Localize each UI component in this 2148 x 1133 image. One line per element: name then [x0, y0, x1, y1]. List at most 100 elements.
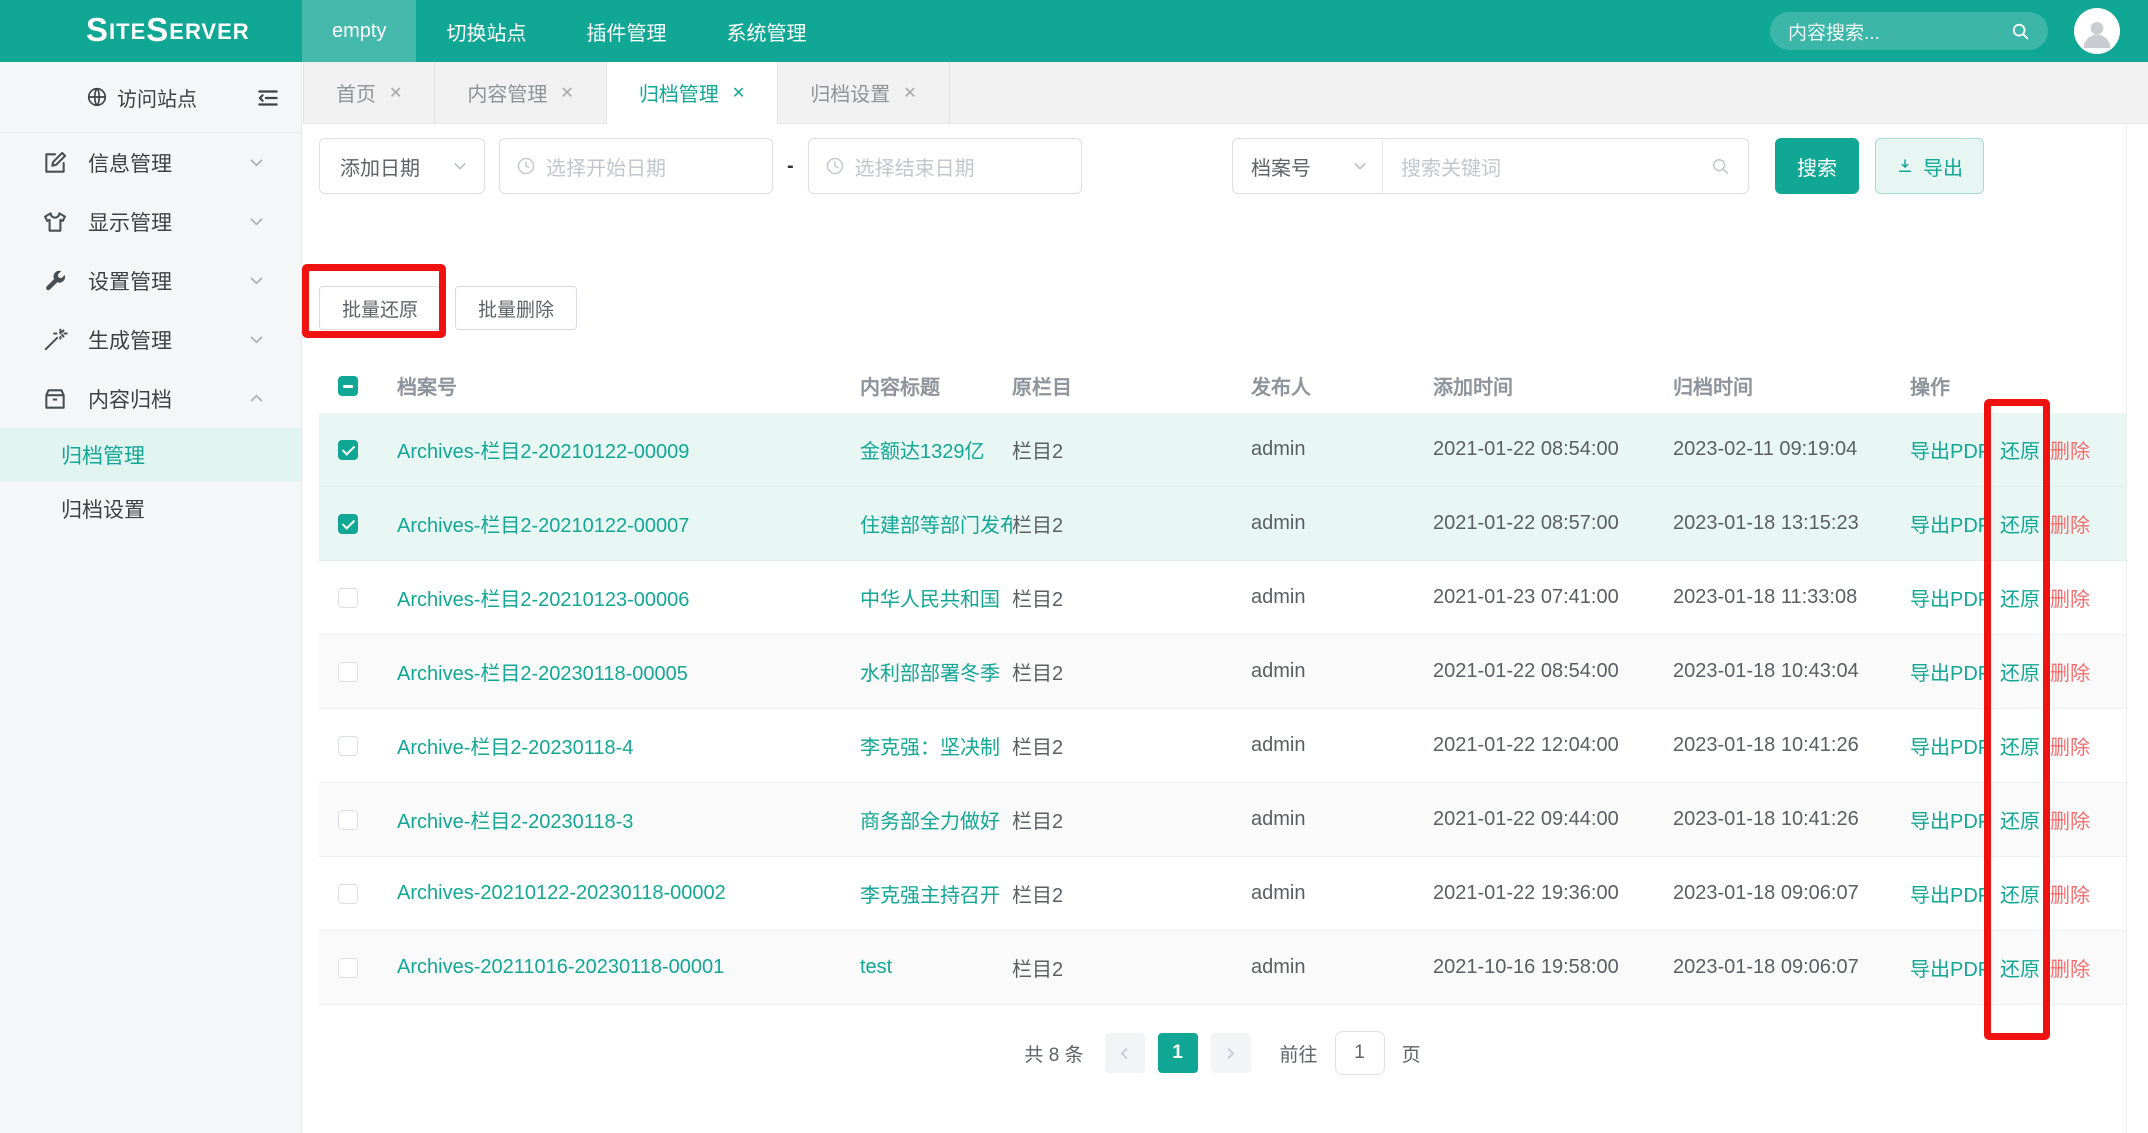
download-icon	[1896, 157, 1914, 175]
select-all-checkbox[interactable]	[338, 376, 358, 396]
table-row: Archives-栏目2-20210122-00007 住建部等部门发布 栏目2…	[319, 487, 2126, 561]
delete-link[interactable]: 删除	[2050, 805, 2090, 834]
content-title-link[interactable]: 中华人民共和国	[860, 583, 1000, 612]
batch-delete-button[interactable]: 批量删除	[455, 286, 577, 330]
goto-page-input[interactable]: 1	[1335, 1031, 1385, 1075]
goto-label: 前往	[1280, 1040, 1318, 1067]
tab-label: 内容管理	[467, 78, 547, 107]
content-title-link[interactable]: 水利部部署冬季	[860, 657, 1000, 686]
tab-0[interactable]: 首页 ✕	[303, 62, 435, 123]
avatar[interactable]	[2074, 8, 2120, 54]
topnav-item-1[interactable]: 切换站点	[416, 0, 556, 62]
sidebar-item-1[interactable]: 显示管理	[0, 192, 301, 251]
sidebar-item-label: 生成管理	[88, 325, 172, 355]
batch-restore-button[interactable]: 批量还原	[319, 286, 441, 330]
pagination: 共 8 条 1 前往 1 页	[319, 1031, 2126, 1075]
delete-link[interactable]: 删除	[2050, 731, 2090, 760]
archive-no-link[interactable]: Archive-栏目2-20230118-3	[397, 805, 633, 834]
channel-cell: 栏目2	[1012, 953, 1251, 982]
archive-no-link[interactable]: Archives-栏目2-20230118-00005	[397, 657, 688, 686]
channel-cell: 栏目2	[1012, 509, 1251, 538]
restore-link[interactable]: 还原	[2000, 953, 2040, 982]
content-title-link[interactable]: 商务部全力做好	[860, 805, 1000, 834]
archive-no-link[interactable]: Archives-20211016-20230118-00001	[397, 956, 724, 979]
restore-link[interactable]: 还原	[2000, 435, 2040, 464]
restore-link[interactable]: 还原	[2000, 805, 2040, 834]
content-title-link[interactable]: 金额达1329亿	[860, 435, 985, 464]
prev-page-button[interactable]	[1105, 1033, 1145, 1073]
export-pdf-link[interactable]: 导出PDF	[1910, 509, 1990, 538]
content-title-link[interactable]: 李克强主持召开	[860, 879, 1000, 908]
header-search-input[interactable]: 内容搜索...	[1770, 12, 2048, 50]
archive-no-link[interactable]: Archives-栏目2-20210122-00009	[397, 435, 689, 464]
delete-link[interactable]: 删除	[2050, 879, 2090, 908]
close-icon[interactable]: ✕	[560, 83, 573, 103]
page-button-1[interactable]: 1	[1158, 1033, 1198, 1073]
close-icon[interactable]: ✕	[389, 83, 402, 103]
logo-text: SITESERVER	[86, 0, 250, 63]
search-group: 档案号 搜索关键词 搜索 导出	[1232, 138, 1984, 194]
export-pdf-link[interactable]: 导出PDF	[1910, 953, 1990, 982]
keyword-input[interactable]: 搜索关键词	[1383, 139, 1748, 193]
end-date-input[interactable]: 选择结束日期	[808, 138, 1082, 194]
delete-link[interactable]: 删除	[2050, 953, 2090, 982]
export-button[interactable]: 导出	[1875, 138, 1984, 194]
export-pdf-link[interactable]: 导出PDF	[1910, 657, 1990, 686]
row-checkbox[interactable]	[338, 440, 358, 460]
export-pdf-link[interactable]: 导出PDF	[1910, 435, 1990, 464]
archive-no-link[interactable]: Archives-栏目2-20210122-00007	[397, 509, 689, 538]
date-type-select[interactable]: 添加日期	[319, 138, 485, 194]
delete-link[interactable]: 删除	[2050, 583, 2090, 612]
tab-1[interactable]: 内容管理 ✕	[435, 62, 606, 123]
tab-3[interactable]: 归档设置 ✕	[778, 62, 949, 123]
sidebar: 访问站点 信息管理 显示管理 设置管理 生成管理 内容归档 归档管理 归档设置	[0, 62, 302, 1133]
content-title-link[interactable]: 李克强：坚决制	[860, 731, 1000, 760]
search-icon[interactable]	[2010, 21, 2030, 41]
row-checkbox[interactable]	[338, 958, 358, 978]
sidebar-item-3[interactable]: 生成管理	[0, 310, 301, 369]
restore-link[interactable]: 还原	[2000, 731, 2040, 760]
delete-link[interactable]: 删除	[2050, 435, 2090, 464]
content-title-link[interactable]: 住建部等部门发布	[860, 509, 1012, 538]
search-field-select[interactable]: 档案号	[1233, 139, 1383, 193]
row-checkbox[interactable]	[338, 514, 358, 534]
start-date-input[interactable]: 选择开始日期	[499, 138, 773, 194]
row-checkbox[interactable]	[338, 810, 358, 830]
visit-site-row[interactable]: 访问站点	[0, 62, 301, 133]
search-button[interactable]: 搜索	[1775, 138, 1859, 194]
content-title-link[interactable]: test	[860, 956, 892, 979]
row-checkbox[interactable]	[338, 884, 358, 904]
row-checkbox[interactable]	[338, 736, 358, 756]
restore-link[interactable]: 还原	[2000, 879, 2040, 908]
sidebar-item-0[interactable]: 信息管理	[0, 133, 301, 192]
archives-table: 档案号 内容标题 原栏目 发布人 添加时间 归档时间 操作 Archives-栏…	[319, 358, 2126, 1005]
restore-link[interactable]: 还原	[2000, 583, 2040, 612]
archive-no-link[interactable]: Archive-栏目2-20230118-4	[397, 731, 633, 760]
archive-no-link[interactable]: Archives-栏目2-20210123-00006	[397, 583, 689, 612]
next-page-button[interactable]	[1211, 1033, 1251, 1073]
export-pdf-link[interactable]: 导出PDF	[1910, 879, 1990, 908]
wand-icon	[42, 327, 68, 353]
topnav-item-0[interactable]: empty	[302, 0, 416, 62]
close-icon[interactable]: ✕	[903, 83, 916, 103]
sidebar-collapse-icon[interactable]	[255, 85, 281, 111]
topnav-item-3[interactable]: 系统管理	[696, 0, 836, 62]
sidebar-item-label: 内容归档	[88, 384, 172, 414]
restore-link[interactable]: 还原	[2000, 509, 2040, 538]
restore-link[interactable]: 还原	[2000, 657, 2040, 686]
export-pdf-link[interactable]: 导出PDF	[1910, 805, 1990, 834]
sidebar-subitem-0[interactable]: 归档管理	[0, 428, 301, 482]
row-checkbox[interactable]	[338, 662, 358, 682]
row-checkbox[interactable]	[338, 588, 358, 608]
sidebar-item-4[interactable]: 内容归档	[0, 369, 301, 428]
sidebar-item-2[interactable]: 设置管理	[0, 251, 301, 310]
topnav-item-2[interactable]: 插件管理	[556, 0, 696, 62]
delete-link[interactable]: 删除	[2050, 657, 2090, 686]
tab-2[interactable]: 归档管理 ✕	[607, 62, 778, 124]
close-icon[interactable]: ✕	[732, 83, 745, 103]
delete-link[interactable]: 删除	[2050, 509, 2090, 538]
export-pdf-link[interactable]: 导出PDF	[1910, 731, 1990, 760]
sidebar-subitem-1[interactable]: 归档设置	[0, 482, 301, 536]
export-pdf-link[interactable]: 导出PDF	[1910, 583, 1990, 612]
archive-no-link[interactable]: Archives-20210122-20230118-00002	[397, 882, 726, 905]
